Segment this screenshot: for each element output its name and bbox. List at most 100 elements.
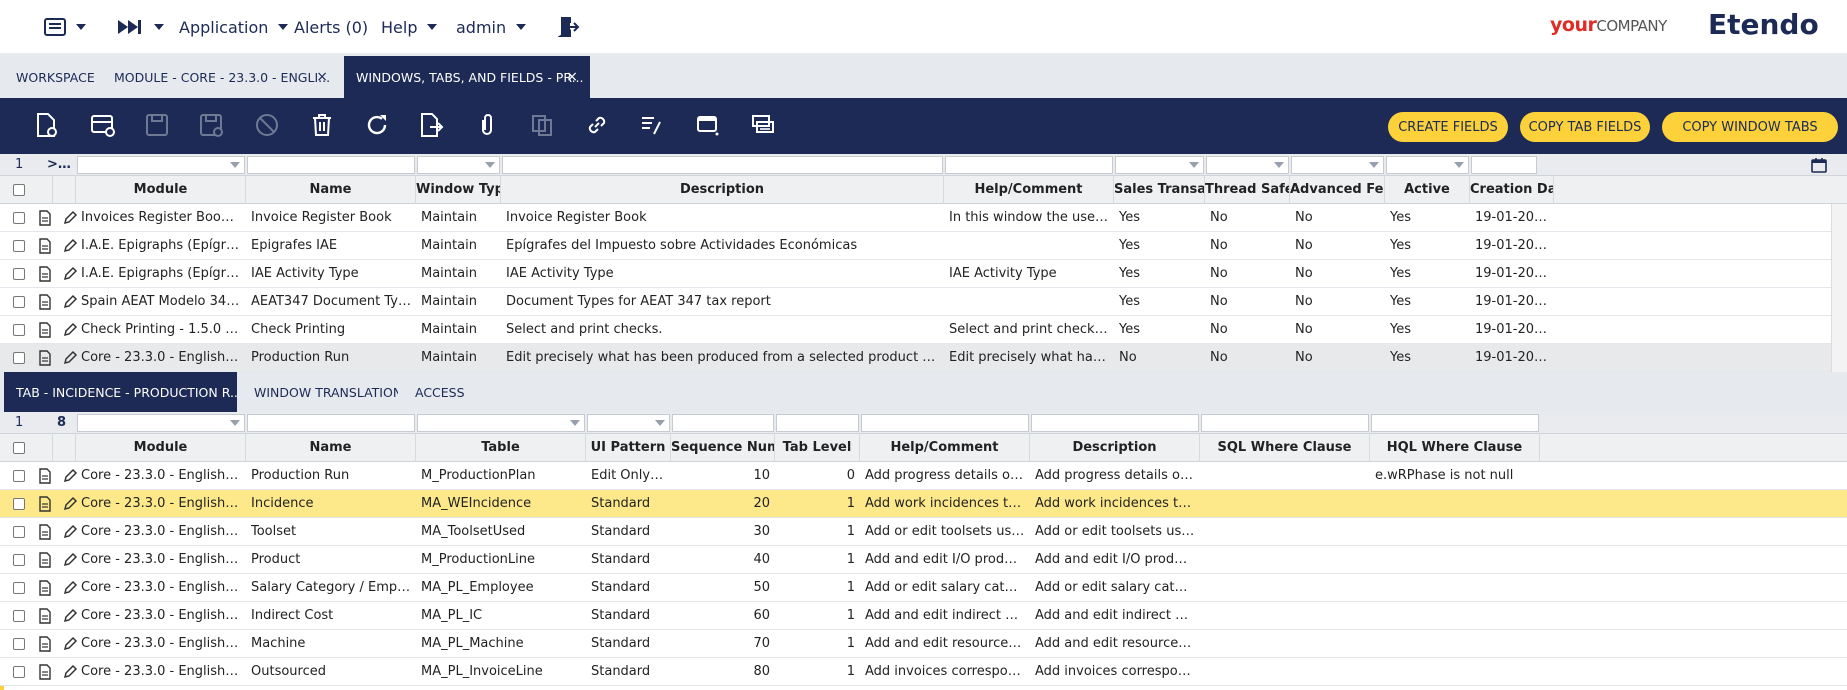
column-header[interactable]: Module <box>76 176 246 204</box>
column-filter-input[interactable] <box>776 414 859 432</box>
document-icon[interactable] <box>38 580 52 600</box>
alerts-link[interactable]: Alerts (0) <box>294 0 368 54</box>
document-icon[interactable] <box>38 210 52 230</box>
document-icon[interactable] <box>38 322 52 342</box>
refresh-button[interactable] <box>362 110 392 140</box>
attach-button[interactable] <box>472 110 502 140</box>
column-filter-input[interactable] <box>672 414 774 432</box>
row-checkbox[interactable] <box>13 498 25 510</box>
calendar-icon[interactable] <box>1811 157 1827 173</box>
document-icon[interactable] <box>38 294 52 314</box>
column-header[interactable]: Advanced Feature <box>1290 176 1385 204</box>
column-filter-input[interactable] <box>1371 414 1539 432</box>
column-filter-input[interactable] <box>1471 156 1537 174</box>
create-fields-button[interactable]: CREATE FIELDS <box>1388 112 1508 142</box>
column-header[interactable]: Tab Level <box>775 434 860 462</box>
column-header[interactable]: Sequence Number <box>671 434 775 462</box>
row-checkbox[interactable] <box>13 324 25 336</box>
column-header[interactable]: Sales Transaction <box>1114 176 1205 204</box>
tab-access[interactable]: ACCESS <box>403 372 473 412</box>
table-row[interactable]: Core - 23.3.0 - English (USA) Salary Cate… <box>0 574 1847 602</box>
column-header[interactable]: Help/Comment <box>944 176 1114 204</box>
new-document-button[interactable] <box>31 110 61 140</box>
chevron-down-icon[interactable] <box>230 420 240 426</box>
tab-workspace[interactable]: WORKSPACE <box>4 56 98 98</box>
close-icon[interactable]: × <box>316 69 328 85</box>
user-menu[interactable]: admin <box>456 0 527 54</box>
notes-button[interactable] <box>748 110 778 140</box>
tab-window-translation[interactable]: WINDOW TRANSLATION <box>242 372 398 412</box>
application-menu[interactable]: Application <box>179 0 289 54</box>
table-row[interactable]: Core - 23.3.0 - English (USA) Product M_Pr… <box>0 546 1847 574</box>
column-header[interactable]: HQL Where Clause <box>1370 434 1540 462</box>
row-checkbox[interactable] <box>13 554 25 566</box>
logout-button[interactable] <box>558 0 580 54</box>
column-header[interactable]: Name <box>246 434 416 462</box>
link-button[interactable] <box>582 110 612 140</box>
chevron-down-icon[interactable] <box>485 162 495 168</box>
document-icon[interactable] <box>38 524 52 544</box>
document-icon[interactable] <box>38 266 52 286</box>
tab-module-core[interactable]: MODULE - CORE - 23.3.0 - ENGLI... × <box>102 56 340 98</box>
document-icon[interactable] <box>38 636 52 656</box>
column-filter-input[interactable] <box>502 156 943 174</box>
column-header[interactable]: Description <box>501 176 944 204</box>
row-checkbox[interactable] <box>13 610 25 622</box>
document-icon[interactable] <box>38 664 52 684</box>
row-checkbox[interactable] <box>13 526 25 538</box>
row-checkbox[interactable] <box>13 240 25 252</box>
row-checkbox[interactable] <box>13 296 25 308</box>
column-header[interactable]: Help/Comment <box>860 434 1030 462</box>
column-filter-input[interactable] <box>1201 414 1369 432</box>
column-filter-input[interactable] <box>945 156 1113 174</box>
column-header[interactable]: Active <box>1385 176 1470 204</box>
quick-launch-menu[interactable] <box>44 0 86 54</box>
document-icon[interactable] <box>38 238 52 258</box>
copy-window-tabs-button[interactable]: COPY WINDOW TABS <box>1662 112 1838 142</box>
column-header[interactable]: Thread Safe <box>1205 176 1290 204</box>
table-row[interactable]: Core - 23.3.0 - English (USA) Indirect Co… <box>0 602 1847 630</box>
table-row[interactable]: Core - 23.3.0 - English (USA) Production … <box>0 462 1847 490</box>
save-button[interactable] <box>142 110 172 140</box>
export-button[interactable] <box>416 110 446 140</box>
new-row-button[interactable] <box>88 110 118 140</box>
column-header[interactable]: UI Pattern <box>586 434 671 462</box>
column-filter-input[interactable] <box>77 156 245 174</box>
table-row[interactable]: Core - 23.3.0 - English (USA) Toolset MA_T… <box>0 518 1847 546</box>
chevron-down-icon[interactable] <box>230 162 240 168</box>
row-checkbox[interactable] <box>13 268 25 280</box>
help-menu[interactable]: Help <box>381 0 438 54</box>
document-icon[interactable] <box>38 350 52 370</box>
column-header[interactable]: Name <box>246 176 416 204</box>
column-filter-input[interactable] <box>417 414 585 432</box>
chevron-down-icon[interactable] <box>1189 162 1199 168</box>
copy-tab-fields-button[interactable]: COPY TAB FIELDS <box>1520 112 1650 142</box>
column-filter-input[interactable] <box>861 414 1029 432</box>
document-icon[interactable] <box>38 496 52 516</box>
document-icon[interactable] <box>38 608 52 628</box>
column-filter-input[interactable] <box>247 414 415 432</box>
table-row[interactable]: Core - 23.3.0 - English (USA) Production … <box>0 344 1847 372</box>
save-close-button[interactable] <box>196 110 226 140</box>
audit-button[interactable] <box>637 110 667 140</box>
document-icon[interactable] <box>38 468 52 488</box>
row-checkbox[interactable] <box>13 470 25 482</box>
row-checkbox[interactable] <box>13 212 25 224</box>
select-all-checkbox[interactable] <box>13 442 25 454</box>
chevron-down-icon[interactable] <box>1369 162 1379 168</box>
column-header[interactable]: Creation Date <box>1470 176 1554 204</box>
column-header[interactable]: Table <box>416 434 586 462</box>
tab-incidence[interactable]: TAB - INCIDENCE - PRODUCTION R... <box>4 372 237 412</box>
chevron-down-icon[interactable] <box>655 420 665 426</box>
delete-button[interactable] <box>307 110 337 140</box>
tab-windows-tabs-fields[interactable]: WINDOWS, TABS, AND FIELDS - PR... × <box>344 56 590 98</box>
row-checkbox[interactable] <box>13 352 25 364</box>
table-row[interactable]: Invoices Register Book - 2.6.0 - ... Invo… <box>0 204 1847 232</box>
chevron-down-icon[interactable] <box>1454 162 1464 168</box>
row-checkbox[interactable] <box>13 666 25 678</box>
row-checkbox[interactable] <box>13 638 25 650</box>
column-filter-input[interactable] <box>77 414 245 432</box>
print-button[interactable] <box>693 110 723 140</box>
table-row[interactable]: Core - 23.3.0 - English (USA) Outsourced M… <box>0 658 1847 686</box>
table-row[interactable]: I.A.E. Epigraphs (Epígrafes del I... IAE … <box>0 260 1847 288</box>
